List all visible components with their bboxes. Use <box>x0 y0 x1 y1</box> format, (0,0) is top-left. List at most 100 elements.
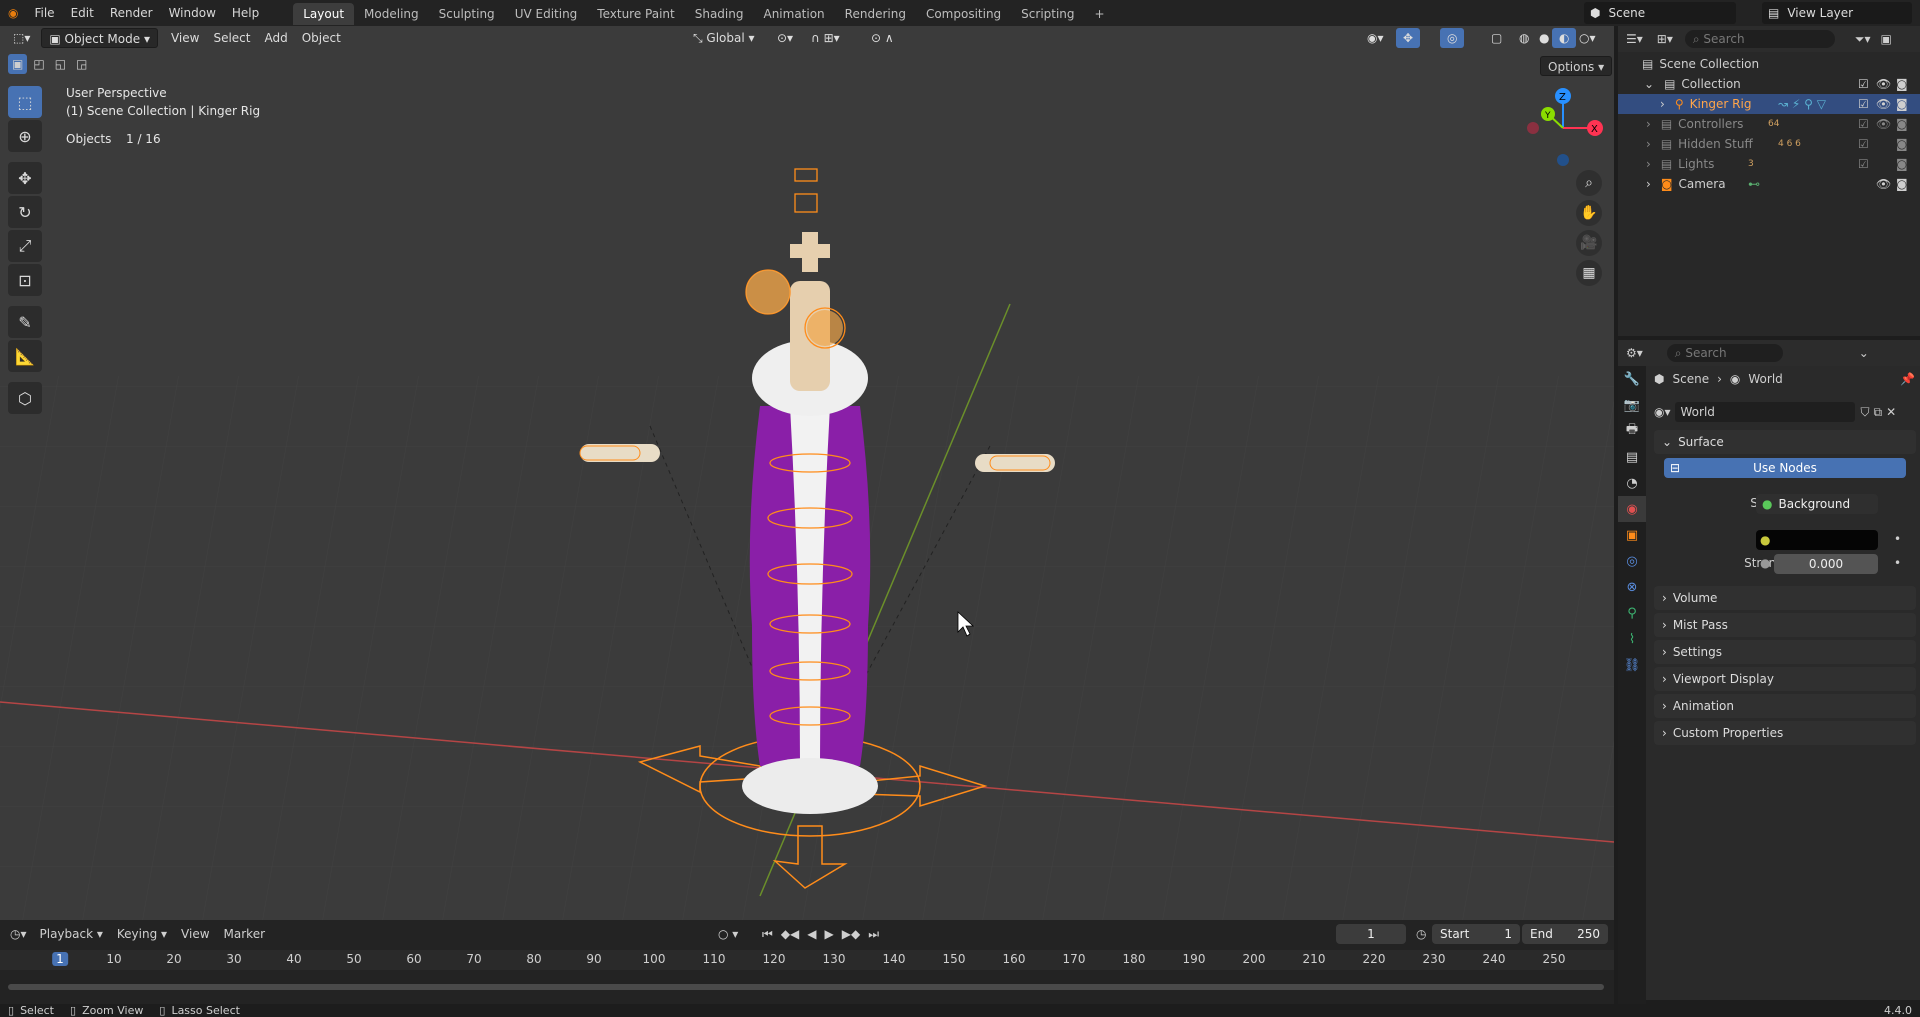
play-icon[interactable]: ▶ <box>825 927 834 942</box>
orientation-dropdown[interactable]: ⤡ Global ▾ <box>686 28 762 48</box>
duplicate-icon[interactable]: ⧉ <box>1874 405 1883 420</box>
object-tab-icon[interactable]: ▣ <box>1618 522 1646 548</box>
menu-select[interactable]: Select <box>206 28 257 48</box>
menu-playback[interactable]: Playback ▾ <box>33 924 110 944</box>
rotate-icon[interactable]: ↻ <box>8 196 42 228</box>
keyframe-dot-icon[interactable]: • <box>1894 556 1901 570</box>
editor-type-button[interactable]: ⬚▾ <box>6 28 37 48</box>
zoom-icon[interactable]: ⌕ <box>1576 170 1602 196</box>
render-camera-icon[interactable]: ◙ <box>1896 137 1908 151</box>
bone-constraint-tab-icon[interactable]: ⛓ <box>1618 652 1646 678</box>
tool-tab-icon[interactable]: 🔧 <box>1618 366 1646 392</box>
viewport-display-panel-header[interactable]: › Viewport Display <box>1654 667 1916 691</box>
custom-properties-panel-header[interactable]: › Custom Properties <box>1654 721 1916 745</box>
volume-panel-header[interactable]: › Volume <box>1654 586 1916 610</box>
filter-icon[interactable]: ⏷▾ <box>1855 32 1871 47</box>
outliner-collection[interactable]: ⌄ ▤ Collection ☑ 👁 ◙ <box>1618 74 1920 94</box>
bone-tab-icon[interactable]: ⌇ <box>1618 626 1646 652</box>
use-nodes-button[interactable]: ⊟ Use Nodes <box>1664 458 1906 478</box>
overlay-toggle-icon[interactable]: ◎ <box>1440 28 1465 48</box>
xray-icon[interactable]: ▢ <box>1484 28 1509 48</box>
measure-icon[interactable]: 📐 <box>8 340 42 372</box>
render-camera-icon[interactable]: ◙ <box>1896 77 1908 91</box>
end-frame-field[interactable]: End 250 <box>1522 924 1608 944</box>
select-new-icon[interactable]: ▣ <box>8 54 28 74</box>
menu-help[interactable]: Help <box>224 0 267 26</box>
fake-user-icon[interactable]: ⛉ <box>1861 405 1870 420</box>
scene-selector[interactable]: ⬢ Scene <box>1584 2 1736 24</box>
keyframe-dot-icon[interactable]: • <box>1894 532 1901 546</box>
snap-icon[interactable]: ∩ ⊞▾ <box>804 28 847 48</box>
pivot-icon[interactable]: ⊙▾ <box>770 28 800 48</box>
add-workspace-button[interactable]: + <box>1085 3 1115 25</box>
view-layer-tab-icon[interactable]: ▤ <box>1618 444 1646 470</box>
eye-icon[interactable]: 👁 <box>1876 77 1891 91</box>
strength-field[interactable]: 0.000 <box>1774 554 1878 574</box>
annotate-icon[interactable]: ✎ <box>8 306 42 338</box>
expand-icon[interactable]: › <box>1646 177 1651 191</box>
world-selector[interactable]: ◉▾ World ⛉ ⧉ ✕ <box>1654 402 1916 422</box>
tab-rendering[interactable]: Rendering <box>835 3 916 25</box>
tab-animation[interactable]: Animation <box>753 3 834 25</box>
gizmo-toggle-icon[interactable]: ✥ <box>1396 28 1421 48</box>
tab-uv-editing[interactable]: UV Editing <box>505 3 588 25</box>
tab-layout[interactable]: Layout <box>293 3 355 25</box>
constraints-tab-icon[interactable]: ⊗ <box>1618 574 1646 600</box>
transform-icon[interactable]: ⊡ <box>8 264 42 296</box>
outliner-editor-icon[interactable]: ☰▾ <box>1626 32 1643 46</box>
expand-icon[interactable]: › <box>1646 117 1651 131</box>
tab-modeling[interactable]: Modeling <box>354 3 429 25</box>
menu-marker[interactable]: Marker <box>217 924 272 944</box>
camera-view-icon[interactable]: 🎥 <box>1576 230 1602 256</box>
menu-window[interactable]: Window <box>161 0 224 26</box>
menu-render[interactable]: Render <box>102 0 161 26</box>
outliner-item-controllers[interactable]: › ▤ Controllers 64 ☑ 👁 ◙ <box>1618 114 1920 134</box>
scale-icon[interactable]: ⤢ <box>8 230 42 262</box>
render-camera-icon[interactable]: ◙ <box>1896 117 1908 131</box>
eye-icon[interactable]: 👁 <box>1876 97 1891 111</box>
timeline-editor-icon[interactable]: ◷▾ <box>10 927 27 941</box>
chevron-down-icon[interactable]: ⌄ <box>1859 346 1869 360</box>
move-icon[interactable]: ✥ <box>8 162 42 194</box>
menu-object[interactable]: Object <box>295 28 348 48</box>
data-tab-icon[interactable]: ⚲ <box>1618 600 1646 626</box>
world-name-field[interactable]: World <box>1674 402 1855 422</box>
render-camera-icon[interactable]: ◙ <box>1896 157 1908 171</box>
expand-icon[interactable]: › <box>1660 97 1665 111</box>
start-frame-field[interactable]: Start 1 <box>1432 924 1520 944</box>
select-subtract-icon[interactable]: ◱ <box>51 54 70 74</box>
next-keyframe-icon[interactable]: ▶◆ <box>842 927 860 942</box>
visibility-icon[interactable]: ◉▾ <box>1360 28 1391 48</box>
mode-dropdown[interactable]: ▣ Object Mode ▾ <box>41 28 158 48</box>
physics-tab-icon[interactable]: ◎ <box>1618 548 1646 574</box>
world-browse-icon[interactable]: ◉▾ <box>1654 405 1671 419</box>
surface-shader-field[interactable]: ● Background <box>1756 494 1878 514</box>
checkbox-icon[interactable]: ☑ <box>1858 77 1869 91</box>
current-frame-field[interactable]: 1 <box>1336 924 1406 944</box>
outliner-root[interactable]: ▤ Scene Collection <box>1618 54 1920 74</box>
outliner-item-hidden-stuff[interactable]: › ▤ Hidden Stuff 4 6 6 ☑ ◙ <box>1618 134 1920 154</box>
options-dropdown[interactable]: Options ▾ <box>1540 56 1613 76</box>
color-swatch[interactable]: ● <box>1756 530 1878 550</box>
tab-texture-paint[interactable]: Texture Paint <box>587 3 684 25</box>
checkbox-icon[interactable]: ☑ <box>1858 137 1869 151</box>
blender-logo-icon[interactable]: ◉ <box>0 0 26 26</box>
proportional-edit-icon[interactable]: ⊙ ∧ <box>864 28 901 48</box>
tab-compositing[interactable]: Compositing <box>916 3 1011 25</box>
timeline-scrollbar[interactable] <box>8 984 1604 990</box>
menu-view[interactable]: View <box>174 924 216 944</box>
outliner-item-camera[interactable]: › ◙ Camera ⊷ 👁 ◙ <box>1618 174 1920 194</box>
display-mode-icon[interactable]: ⊞▾ <box>1657 32 1673 46</box>
outliner-search[interactable]: ⌕ Search <box>1684 30 1835 48</box>
menu-add[interactable]: Add <box>257 28 294 48</box>
outliner-item-kinger-rig[interactable]: › ⚲ Kinger Rig ↝ ⚡ ⚲ ▽ ☑ 👁 ◙ <box>1618 94 1920 114</box>
prev-keyframe-icon[interactable]: ◆◀ <box>781 927 799 942</box>
menu-edit[interactable]: Edit <box>63 0 102 26</box>
menu-view[interactable]: View <box>164 28 206 48</box>
tab-shading[interactable]: Shading <box>685 3 754 25</box>
menu-keying[interactable]: Keying ▾ <box>110 924 174 944</box>
output-tab-icon[interactable]: 🖶 <box>1618 418 1646 444</box>
new-collection-icon[interactable]: ▣ <box>1880 32 1891 46</box>
play-reverse-icon[interactable]: ◀ <box>807 927 816 942</box>
render-camera-icon[interactable]: ◙ <box>1896 97 1908 111</box>
